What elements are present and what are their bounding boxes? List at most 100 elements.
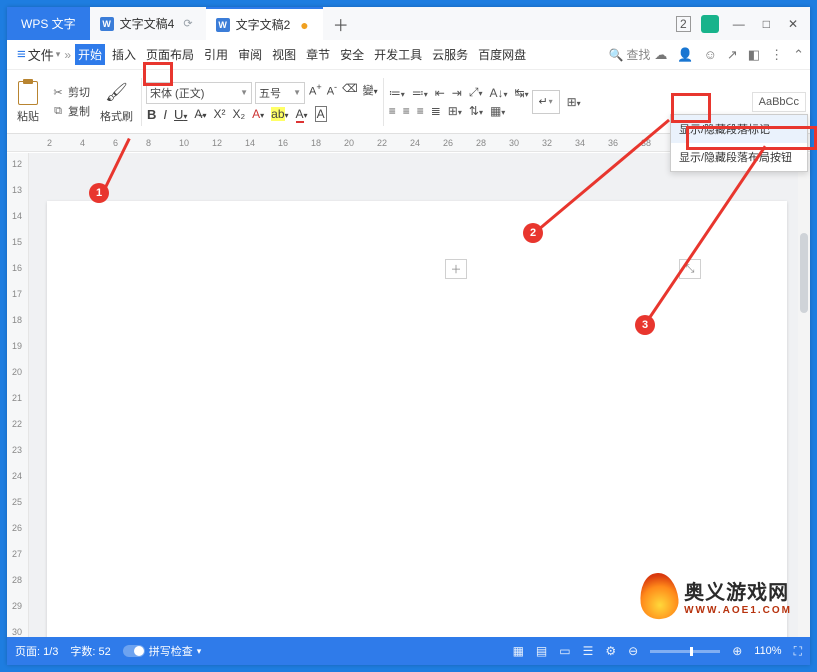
paste-button[interactable] — [15, 80, 41, 106]
view-web-button[interactable]: ▭ — [559, 644, 570, 658]
line-spacing-button[interactable]: ⤢▾ — [468, 85, 484, 100]
indent-left-button[interactable]: ⇤ — [434, 86, 446, 100]
zoom-slider[interactable] — [650, 650, 720, 653]
document-tab-1[interactable]: W 文字文稿4 ⟳ — [90, 7, 206, 40]
page-add-button[interactable]: ＋ — [445, 259, 467, 279]
indent-right-button[interactable]: ⇥ — [451, 86, 463, 100]
new-tab-button[interactable]: ＋ — [323, 7, 359, 40]
brush-icon: 🖌 — [105, 82, 128, 103]
spell-check-toggle[interactable]: 拼写检查 ▾ — [123, 643, 202, 659]
user-icon[interactable]: 👤 — [677, 47, 693, 63]
italic-button[interactable]: I — [162, 107, 168, 122]
smile-icon[interactable]: ☺ — [704, 47, 717, 62]
shading-button[interactable]: ▦▾ — [489, 104, 506, 118]
style-gallery[interactable]: AaBbCc — [752, 92, 806, 112]
document-page[interactable]: ＋ ⤡ — [47, 201, 787, 637]
font-color-button[interactable]: A▾ — [295, 107, 309, 121]
maximize-button[interactable]: □ — [759, 17, 774, 31]
zoom-out-button[interactable]: ⊖ — [628, 644, 638, 658]
paragraph-group: ≔▾ ≕▾ ⇤ ⇥ ⤢▾ A↓▾ ↹▾ ≡ ≡ ≡ ≣ ⊞▾ ⇅▾ ▦▾ — [388, 85, 530, 118]
number-list-button[interactable]: ≕▾ — [411, 86, 429, 100]
share-icon[interactable]: ↗ — [727, 47, 738, 63]
tab-pagelayout[interactable]: 页面布局 — [143, 44, 197, 65]
app-tab[interactable]: WPS 文字 — [7, 7, 90, 40]
char-border-button[interactable]: A — [314, 107, 328, 121]
dropdown-item-layout-buttons[interactable]: 显示/隐藏段落布局按钮 — [671, 143, 807, 171]
align-justify-button[interactable]: ≣ — [430, 104, 442, 118]
font-size-value: 五号 — [259, 85, 281, 101]
cloud-icon[interactable]: ☁ — [654, 47, 667, 63]
more-icon[interactable]: ⋮ — [770, 47, 783, 63]
close-button[interactable]: ✕ — [784, 17, 802, 31]
text-effect-button[interactable]: A▾ — [251, 107, 265, 121]
vertical-ruler[interactable]: 12131415161718192021222324252627282930 — [7, 153, 29, 637]
status-words[interactable]: 字数: 52 — [70, 643, 110, 659]
overflow-icon[interactable]: » — [64, 48, 71, 62]
zoom-level[interactable]: 110% — [754, 645, 781, 657]
tab-view[interactable]: 视图 — [269, 44, 299, 65]
chevron-down-icon: ▼ — [240, 88, 248, 97]
fullscreen-button[interactable]: ⛶ — [794, 644, 802, 659]
paragraph-mark-icon: ↵ — [538, 95, 547, 108]
minimize-button[interactable]: — — [729, 17, 749, 31]
show-marks-button[interactable]: ↵▾ — [532, 90, 560, 114]
zoom-in-button[interactable]: ⊕ — [732, 644, 742, 658]
page-expand-button[interactable]: ⤡ — [679, 259, 701, 279]
view-read-button[interactable]: ▤ — [536, 644, 547, 658]
copy-button[interactable]: ⧉复制 — [51, 102, 90, 120]
text-direction-button[interactable]: ⇅▾ — [468, 104, 484, 118]
view-outline-button[interactable]: ☰ — [583, 644, 594, 658]
font-name-select[interactable]: 宋体 (正文)▼ — [146, 82, 252, 104]
tab-reference[interactable]: 引用 — [201, 44, 231, 65]
font-group: 宋体 (正文)▼ 五号▼ A+ A- ⌫ 變▾ B I U▾ A̶▾ X² X₂… — [146, 82, 379, 122]
collapse-ribbon-icon[interactable]: ⌃ — [793, 47, 804, 63]
annotation-badge-3: 3 — [635, 315, 655, 335]
underline-button[interactable]: U▾ — [173, 107, 188, 122]
align-left-button[interactable]: ≡ — [388, 104, 397, 118]
font-size-select[interactable]: 五号▼ — [255, 82, 305, 104]
superscript-button[interactable]: X² — [212, 107, 226, 121]
dropdown-item-paragraph-marks[interactable]: 显示/隐藏段落标记 — [671, 115, 807, 143]
window-badge[interactable]: 2 — [676, 16, 691, 32]
align-right-button[interactable]: ≡ — [416, 104, 425, 118]
file-menu[interactable]: 文件▾ — [17, 45, 60, 64]
search-label: 查找 — [626, 46, 650, 63]
document-area: ＋ ⤡ — [29, 153, 798, 637]
grow-font-button[interactable]: A+ — [308, 82, 323, 104]
user-avatar[interactable] — [701, 15, 719, 33]
format-painter-button[interactable]: 🖌 — [105, 80, 129, 106]
tab-stops-button[interactable]: ↹▾ — [514, 86, 530, 100]
clear-format-button[interactable]: ⌫ — [341, 82, 359, 104]
scrollbar-thumb[interactable] — [800, 233, 808, 313]
tab-insert[interactable]: 插入 — [109, 44, 139, 65]
tab-cloud[interactable]: 云服务 — [429, 44, 471, 65]
document-tab-2[interactable]: W 文字文稿2 ● — [206, 7, 323, 40]
skin-icon[interactable]: ◧ — [748, 47, 760, 63]
tab-baidu[interactable]: 百度网盘 — [475, 44, 529, 65]
view-print-button[interactable]: ▦ — [513, 644, 524, 658]
shrink-font-button[interactable]: A- — [326, 82, 338, 104]
borders-button[interactable]: ⊞▾ — [566, 95, 582, 109]
tab-review[interactable]: 审阅 — [235, 44, 265, 65]
status-page[interactable]: 页面: 1/3 — [15, 643, 58, 659]
align-center-button[interactable]: ≡ — [402, 104, 411, 118]
scissors-icon: ✂ — [51, 85, 65, 99]
settings-icon[interactable]: ⚙ — [605, 644, 616, 658]
pinyin-button[interactable]: 變▾ — [362, 82, 379, 104]
menu-bar: 文件▾ » 开始 插入 页面布局 引用 审阅 视图 章节 安全 开发工具 云服务… — [7, 40, 810, 70]
sort-button[interactable]: A↓▾ — [488, 86, 508, 100]
distribute-button[interactable]: ⊞▾ — [447, 104, 463, 118]
highlight-button[interactable]: ab▾ — [270, 107, 289, 121]
tab-devtools[interactable]: 开发工具 — [371, 44, 425, 65]
subscript-button[interactable]: X₂ — [231, 107, 246, 121]
vertical-scrollbar[interactable] — [798, 153, 810, 637]
refresh-icon[interactable]: ⟳ — [180, 17, 195, 30]
bullet-list-button[interactable]: ≔▾ — [388, 86, 406, 100]
strikethrough-button[interactable]: A̶▾ — [193, 107, 207, 121]
tab-chapter[interactable]: 章节 — [303, 44, 333, 65]
tab-security[interactable]: 安全 — [337, 44, 367, 65]
search-box[interactable]: 🔍 查找 — [608, 46, 650, 63]
bold-button[interactable]: B — [146, 107, 157, 122]
tab-home[interactable]: 开始 — [75, 44, 105, 65]
cut-button[interactable]: ✂剪切 — [51, 83, 90, 101]
